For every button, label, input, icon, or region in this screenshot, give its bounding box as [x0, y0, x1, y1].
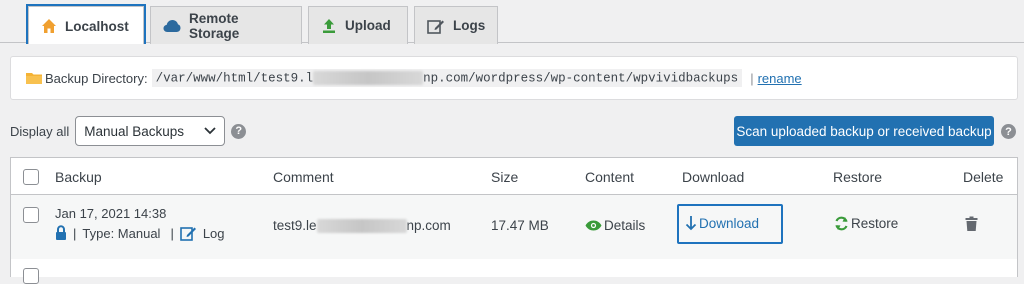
header-comment: Comment: [273, 168, 334, 185]
folder-icon: [25, 71, 43, 85]
restore-label: Restore: [851, 216, 899, 231]
cloud-icon: [163, 19, 181, 33]
path-end: np.com/wordpress/wp-content/wpvividbacku…: [423, 71, 739, 86]
backup-directory-box: Backup Directory: /var/www/html/test9.l n…: [10, 56, 1018, 100]
backup-table: Backup Comment Size Content Download Res…: [10, 157, 1018, 284]
display-all-label: Display all: [10, 123, 70, 139]
separator: |: [170, 225, 174, 241]
tab-label: Logs: [453, 18, 486, 33]
details-link[interactable]: Details: [585, 218, 645, 233]
header-size: Size: [491, 168, 519, 185]
scan-backup-button[interactable]: Scan uploaded backup or received backup: [734, 116, 994, 146]
header-download: Download: [682, 168, 745, 185]
localhost-panel: Backup Directory: /var/www/html/test9.l n…: [0, 44, 1024, 284]
backup-directory-label: Backup Directory:: [45, 70, 148, 86]
backup-meta: | Type: Manual | Log: [55, 225, 225, 241]
log-link[interactable]: Log: [203, 226, 225, 241]
redacted-text: [313, 70, 424, 85]
help-icon[interactable]: ?: [1001, 124, 1016, 139]
row-checkbox[interactable]: [23, 268, 39, 284]
rename-link[interactable]: rename: [758, 71, 802, 86]
header-content: Content: [585, 168, 635, 185]
lock-icon[interactable]: [55, 225, 67, 241]
header-restore: Restore: [833, 168, 883, 185]
backup-type: Type: Manual: [82, 225, 161, 241]
row-checkbox[interactable]: [23, 207, 39, 223]
trash-icon[interactable]: [965, 216, 978, 232]
backup-date: Jan 17, 2021 14:38: [55, 206, 167, 221]
edit-icon: [427, 18, 445, 34]
selected-option: Manual Backups: [84, 123, 185, 139]
help-icon[interactable]: ?: [231, 123, 247, 139]
redacted-text: [316, 218, 407, 233]
table-row: Jan 17, 2021 14:38 | Type: Manual | Log …: [11, 195, 1017, 259]
select-all-checkbox[interactable]: [23, 169, 39, 185]
header-delete: Delete: [963, 168, 1004, 185]
chevron-down-icon: [204, 127, 216, 135]
tab-label: Upload: [345, 18, 391, 33]
upload-icon: [321, 18, 337, 34]
path-start: /var/www/html/test9.l: [155, 71, 314, 86]
separator: |: [750, 70, 754, 86]
tab-bar: Localhost Remote Storage Upload Logs: [0, 0, 1024, 52]
restore-link[interactable]: Restore: [834, 216, 898, 231]
display-filter: Display all Manual Backups ?: [10, 116, 247, 146]
table-row: [11, 259, 1017, 284]
tab-upload[interactable]: Upload: [308, 6, 408, 44]
backup-size: 17.47 MB: [491, 218, 549, 233]
table-header: Backup Comment Size Content Download Res…: [11, 158, 1017, 195]
refresh-icon: [834, 216, 849, 231]
details-label: Details: [604, 218, 646, 233]
tab-logs[interactable]: Logs: [414, 6, 498, 44]
backup-type-select[interactable]: Manual Backups: [75, 116, 226, 146]
edit-icon: [180, 225, 197, 241]
home-icon: [41, 18, 57, 34]
tab-remote-storage[interactable]: Remote Storage: [150, 6, 302, 44]
tab-localhost[interactable]: Localhost: [28, 6, 144, 45]
backup-directory-path: /var/www/html/test9.l np.com/wordpress/wp…: [151, 68, 743, 88]
eye-icon: [585, 220, 602, 231]
comment-start: test9.le: [273, 218, 317, 233]
tab-label: Remote Storage: [189, 10, 240, 41]
selection-highlight: [677, 204, 783, 244]
header-backup: Backup: [55, 168, 102, 185]
tab-label: Localhost: [65, 18, 129, 34]
backup-comment: test9.le np.com: [273, 218, 451, 233]
comment-end: np.com: [406, 218, 451, 233]
separator: |: [73, 225, 77, 241]
